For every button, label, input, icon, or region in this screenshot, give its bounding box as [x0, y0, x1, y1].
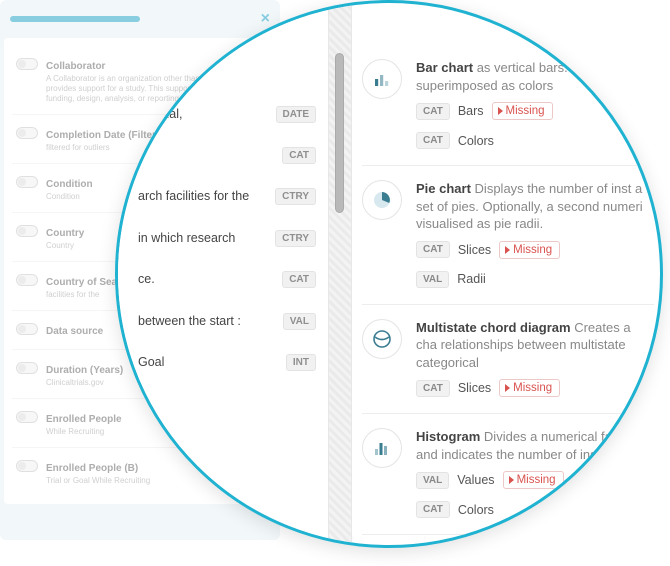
- type-badge: INT: [286, 354, 316, 371]
- chart-type-item[interactable]: Date histogram Divid of bins and indicat…: [362, 535, 654, 545]
- snippet-text: ce.: [138, 271, 274, 289]
- slot-row: CAT Slices Missing VAL Radii: [416, 241, 654, 288]
- chart-type-list: Bar chart as vertical bars. Op superimpo…: [352, 3, 660, 545]
- type-badge: CAT: [282, 271, 316, 288]
- slot-row: VAL Values Missing CAT Colors: [416, 471, 654, 518]
- chart-body: Multistate chord diagram Creates a cha r…: [416, 319, 654, 398]
- slot[interactable]: CAT Slices Missing: [416, 241, 560, 259]
- chart-type-item[interactable]: Bar chart as vertical bars. Op superimpo…: [362, 45, 654, 166]
- slot-tag: VAL: [416, 271, 449, 288]
- toggle-switch[interactable]: [16, 460, 38, 472]
- slot[interactable]: VAL Radii: [416, 271, 486, 288]
- bar-icon: [362, 59, 402, 99]
- snippet-text: n, data: [138, 64, 316, 82]
- facet-snippet[interactable]: Goal INT: [138, 348, 316, 390]
- snippet-text: between the start :: [138, 313, 275, 331]
- type-badge: VAL: [283, 313, 316, 330]
- facet-snippet[interactable]: CAT: [138, 141, 316, 182]
- slot-label: Slices: [458, 381, 491, 395]
- facet-snippet[interactable]: the trial, DATE: [138, 100, 316, 142]
- chord-icon: [362, 319, 402, 359]
- hist-icon: [362, 428, 402, 468]
- chart-title: Pie chart: [416, 181, 471, 196]
- slot-label: Values: [457, 473, 494, 487]
- snippet-text: Goal: [138, 354, 278, 372]
- slot[interactable]: CAT Colors: [416, 501, 494, 518]
- missing-badge[interactable]: Missing: [492, 102, 553, 120]
- facet-snippet[interactable]: ce. CAT: [138, 265, 316, 307]
- type-badge: CAT: [282, 147, 316, 164]
- toggle-switch[interactable]: [16, 274, 38, 286]
- slot-tag: CAT: [416, 241, 450, 258]
- missing-badge[interactable]: Missing: [499, 379, 560, 397]
- scrollbar-thumb[interactable]: [335, 53, 344, 213]
- slot[interactable]: CAT Colors: [416, 132, 494, 149]
- facet-snippet[interactable]: in which research CTRY: [138, 224, 316, 266]
- facet-title: Country: [46, 228, 84, 239]
- chart-head: Histogram Divides a numerical facet in a…: [416, 428, 654, 463]
- facet-snippet[interactable]: arch facilities for the CTRY: [138, 182, 316, 224]
- chart-title: Multistate chord diagram: [416, 320, 571, 335]
- panel-divider: [328, 3, 352, 545]
- chart-title: Bar chart: [416, 60, 473, 75]
- type-badge: CTRY: [275, 188, 316, 205]
- chart-head: Pie chart Displays the number of inst a …: [416, 180, 654, 233]
- missing-badge[interactable]: Missing: [499, 241, 560, 259]
- chart-head: Bar chart as vertical bars. Op superimpo…: [416, 59, 654, 94]
- slot[interactable]: CAT Slices Missing: [416, 379, 560, 397]
- chart-title: Histogram: [416, 429, 480, 444]
- magnifier-lens: n, data the trial, DATE CAT arch facilities …: [115, 0, 663, 548]
- pie-icon: [362, 180, 402, 220]
- facet-title: Enrolled People: [46, 414, 122, 425]
- slot-row: CAT Slices Missing: [416, 379, 654, 397]
- facet-snippet[interactable]: between the start : VAL: [138, 307, 316, 349]
- toggle-switch[interactable]: [16, 127, 38, 139]
- facet-title: Duration (Years): [46, 365, 123, 376]
- chart-body: Pie chart Displays the number of inst a …: [416, 180, 654, 288]
- type-badge: DATE: [276, 106, 316, 123]
- slot[interactable]: CAT Bars Missing: [416, 102, 553, 120]
- slot-label: Bars: [458, 104, 484, 118]
- slot[interactable]: VAL Values Missing: [416, 471, 564, 489]
- slot-tag: CAT: [416, 501, 450, 518]
- chart-type-item[interactable]: Pie chart Displays the number of inst a …: [362, 166, 654, 305]
- snippet-text: arch facilities for the: [138, 188, 267, 206]
- slot-row: CAT Bars Missing CAT Colors: [416, 102, 654, 149]
- slot-tag: CAT: [416, 103, 450, 120]
- slot-label: Colors: [458, 503, 494, 517]
- toggle-switch[interactable]: [16, 411, 38, 423]
- slot-tag: CAT: [416, 380, 450, 397]
- snippet-text: the trial,: [138, 106, 268, 124]
- slot-label: Slices: [458, 243, 491, 257]
- missing-badge[interactable]: Missing: [503, 471, 564, 489]
- facet-title: Data source: [46, 326, 103, 337]
- toggle-switch[interactable]: [16, 362, 38, 374]
- type-badge: CTRY: [275, 230, 316, 247]
- toggle-switch[interactable]: [16, 225, 38, 237]
- chart-type-item[interactable]: Histogram Divides a numerical facet in a…: [362, 414, 654, 535]
- toggle-switch[interactable]: [16, 176, 38, 188]
- chart-type-item[interactable]: Multistate chord diagram Creates a cha r…: [362, 305, 654, 415]
- toggle-switch[interactable]: [16, 323, 38, 335]
- chart-body: Histogram Divides a numerical facet in a…: [416, 428, 654, 518]
- chart-body: Bar chart as vertical bars. Op superimpo…: [416, 59, 654, 149]
- facet-title: Collaborator: [46, 61, 105, 72]
- slot-tag: CAT: [416, 132, 450, 149]
- facet-snippet[interactable]: n, data: [138, 58, 316, 100]
- slot-tag: VAL: [416, 472, 449, 489]
- facet-title: Condition: [46, 179, 93, 190]
- chart-head: Multistate chord diagram Creates a cha r…: [416, 319, 654, 372]
- lens-left-column: n, data the trial, DATE CAT arch facilities …: [118, 3, 328, 545]
- snippet-text: in which research: [138, 230, 267, 248]
- slot-label: Colors: [458, 134, 494, 148]
- toggle-switch[interactable]: [16, 58, 38, 70]
- slot-label: Radii: [457, 272, 486, 286]
